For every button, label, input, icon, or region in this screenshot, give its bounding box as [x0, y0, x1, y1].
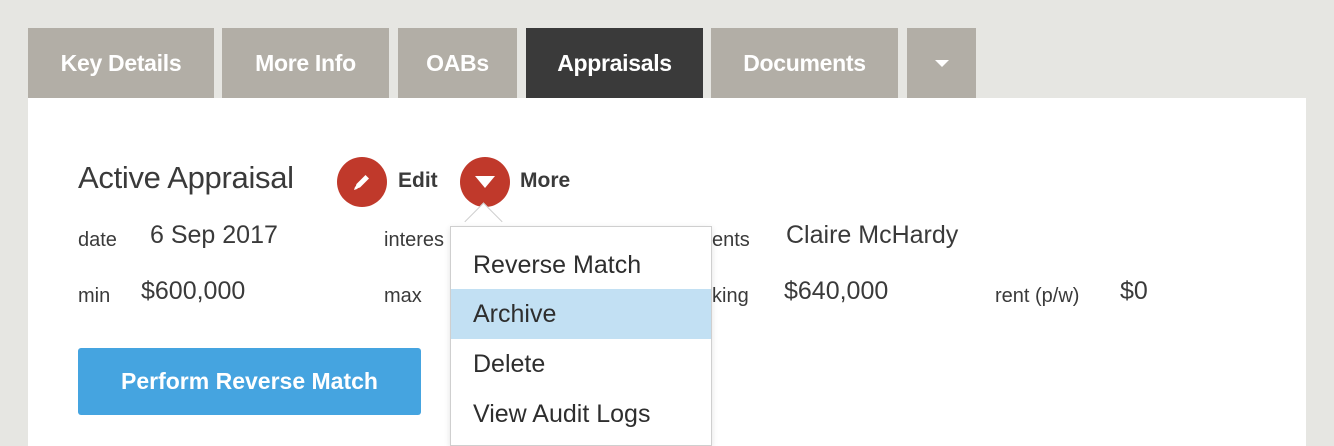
- tab-documents[interactable]: Documents: [711, 28, 898, 98]
- menu-item-view-audit-logs[interactable]: View Audit Logs: [451, 389, 711, 439]
- caret-down-icon: [475, 176, 495, 188]
- menu-item-reverse-match[interactable]: Reverse Match: [451, 240, 711, 290]
- min-label: min: [78, 285, 111, 307]
- menu-item-archive[interactable]: Archive: [451, 289, 711, 339]
- asking-value: $640,000: [784, 277, 889, 305]
- perform-reverse-match-button[interactable]: Perform Reverse Match: [78, 348, 421, 415]
- date-label: date: [78, 229, 117, 251]
- agents-value: Claire McHardy: [786, 221, 959, 249]
- tab-key-details[interactable]: Key Details: [28, 28, 214, 98]
- tab-oabs[interactable]: OABs: [398, 28, 517, 98]
- more-dropdown-menu: Reverse Match Archive Delete View Audit …: [450, 226, 712, 446]
- tab-appraisals[interactable]: Appraisals: [526, 28, 703, 98]
- max-label: max: [384, 285, 422, 307]
- asking-label: king: [712, 285, 749, 307]
- tab-overflow-button[interactable]: [907, 28, 976, 98]
- agents-label: ents: [712, 229, 750, 251]
- rent-label: rent (p/w): [995, 285, 1080, 307]
- interest-label: interes: [384, 229, 445, 251]
- chevron-down-icon: [934, 59, 949, 67]
- more-button[interactable]: [460, 157, 510, 207]
- date-value: 6 Sep 2017: [150, 221, 278, 249]
- more-label[interactable]: More: [520, 169, 570, 193]
- min-value: $600,000: [141, 277, 246, 305]
- pencil-icon: [354, 175, 369, 190]
- menu-item-delete[interactable]: Delete: [451, 339, 711, 389]
- tab-more-info[interactable]: More Info: [222, 28, 389, 98]
- rent-value: $0: [1120, 277, 1148, 305]
- edit-label[interactable]: Edit: [398, 169, 438, 193]
- page-title: Active Appraisal: [78, 160, 294, 195]
- edit-button[interactable]: [337, 157, 387, 207]
